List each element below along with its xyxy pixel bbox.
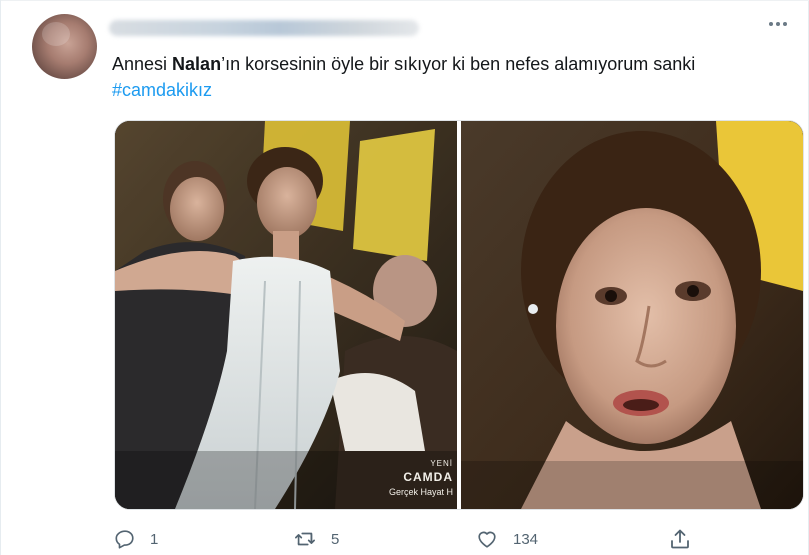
retweet-icon [295,532,315,546]
share-button[interactable] [668,527,692,551]
tweet-text: Annesi Nalan’ın korsesinin öyle bir sıkı… [112,52,792,76]
divider [1,0,809,1]
avatar[interactable] [32,14,97,79]
reply-count: 1 [150,530,159,548]
retweet-button[interactable]: 5 [293,527,339,551]
avatar-highlight [42,22,70,46]
media-grid: YENİ CAMDA Gerçek Hayat H [114,120,804,510]
media-photo-left[interactable]: YENİ CAMDA Gerçek Hayat H [115,121,457,509]
retweet-count: 5 [331,530,340,548]
tweet-card: Annesi Nalan’ın korsesinin öyle bir sıkı… [0,0,809,555]
like-icon [478,531,496,548]
tweet-text-mention: Nalan [172,54,222,74]
tweet-text-end: ’ın korsesinin öyle bir sıkıyor ki ben n… [221,54,696,74]
more-icon[interactable] [763,14,793,34]
reply-button[interactable]: 1 [114,527,158,551]
like-button[interactable]: 134 [475,527,538,551]
watermark-line-1: YENİ [430,459,453,468]
share-icon [671,529,689,549]
watermark-line-3: Gerçek Hayat H [388,487,453,497]
author-name-redacted[interactable] [109,20,419,36]
reply-icon [115,530,134,549]
media-photo-right[interactable] [461,121,803,509]
hashtag-link[interactable]: #camdakikız [112,78,212,102]
watermark-line-2: CAMDA [403,470,453,484]
tweet-text-start: Annesi [112,54,173,74]
photo-right-scene [461,121,803,509]
photo-left-scene [115,121,457,509]
like-count: 134 [513,530,539,548]
